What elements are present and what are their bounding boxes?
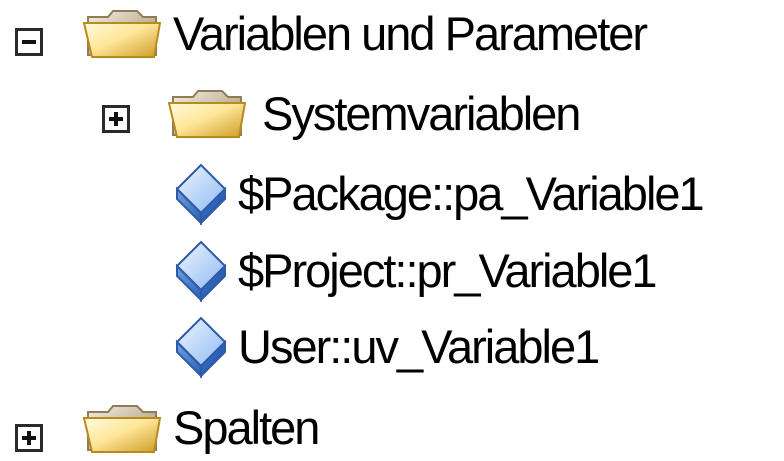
node-label: Variablen und Parameter [173, 7, 648, 60]
node-label: User::uv_Variable1 [238, 320, 600, 373]
folder-icon [82, 405, 162, 453]
variable-icon [175, 163, 227, 226]
node-label: $Package::pa_Variable1 [238, 167, 705, 220]
tree-node-package-variable[interactable]: $Package::pa_Variable1 [0, 155, 784, 235]
node-label: $Project::pr_Variable1 [238, 244, 658, 297]
collapse-icon[interactable] [15, 28, 43, 56]
expand-icon[interactable] [15, 424, 43, 452]
node-label: Systemvariablen [262, 87, 581, 140]
expand-icon[interactable] [102, 105, 130, 133]
tree-node-systemvariablen[interactable]: Systemvariablen [0, 80, 784, 160]
variable-icon [175, 316, 227, 379]
variables-tree: Variablen und Parameter Systemvariablen … [0, 0, 784, 461]
node-label: Spalten [173, 401, 320, 454]
tree-node-spalten[interactable]: Spalten [0, 384, 784, 461]
folder-icon [167, 90, 247, 138]
tree-node-variablen-und-parameter[interactable]: Variablen und Parameter [0, 0, 784, 80]
tree-node-user-variable[interactable]: User::uv_Variable1 [0, 308, 784, 388]
tree-node-project-variable[interactable]: $Project::pr_Variable1 [0, 232, 784, 312]
variable-icon [175, 240, 227, 303]
folder-icon [82, 10, 162, 58]
